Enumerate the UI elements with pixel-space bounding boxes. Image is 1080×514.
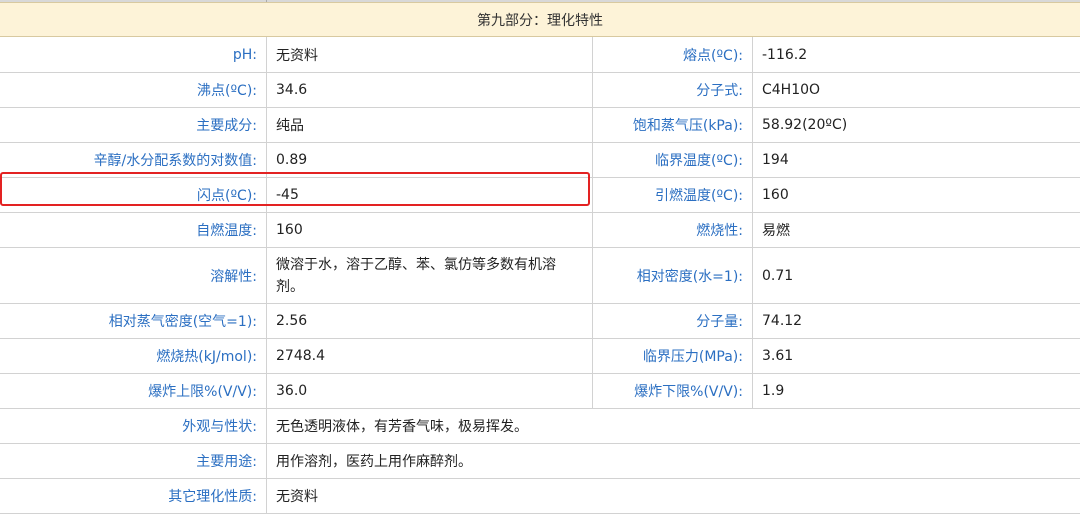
property-value: 160 — [267, 213, 593, 248]
property-label: 沸点(ºC): — [0, 73, 267, 108]
table-row: 燃烧热(kJ/mol): 2748.4 临界压力(MPa): 3.61 — [0, 339, 1080, 374]
property-label: 饱和蒸气压(kPa): — [593, 108, 753, 143]
property-value: 2748.4 — [267, 339, 593, 374]
property-label: 分子量: — [593, 304, 753, 339]
property-label: 临界温度(ºC): — [593, 143, 753, 178]
property-label: 爆炸下限%(V/V): — [593, 374, 753, 409]
property-value: 1.9 — [753, 374, 1080, 409]
flash-point-value: -45 — [267, 178, 593, 213]
flash-point-label: 闪点(ºC): — [0, 178, 267, 213]
property-value: 0.89 — [267, 143, 593, 178]
properties-table: 第九部分：理化特性 pH: 无资料 熔点(ºC): -116.2 沸点(ºC):… — [0, 2, 1080, 514]
table-row-highlighted: 闪点(ºC): -45 引燃温度(ºC): 160 — [0, 178, 1080, 213]
property-value: 0.71 — [753, 248, 1080, 304]
table-row: 溶解性: 微溶于水，溶于乙醇、苯、氯仿等多数有机溶剂。 相对密度(水=1): 0… — [0, 248, 1080, 304]
table-row-wide: 主要用途: 用作溶剂，医药上用作麻醉剂。 — [0, 444, 1080, 479]
property-label: 分子式: — [593, 73, 753, 108]
property-value: 无资料 — [267, 479, 1080, 514]
property-label: 燃烧性: — [593, 213, 753, 248]
property-label: 其它理化性质: — [0, 479, 267, 514]
property-label: 爆炸上限%(V/V): — [0, 374, 267, 409]
table-row: 沸点(ºC): 34.6 分子式: C4H10O — [0, 73, 1080, 108]
property-value: 34.6 — [267, 73, 593, 108]
property-label: 燃烧热(kJ/mol): — [0, 339, 267, 374]
property-value: 160 — [753, 178, 1080, 213]
property-label: 自燃温度: — [0, 213, 267, 248]
property-value: 36.0 — [267, 374, 593, 409]
property-value: 2.56 — [267, 304, 593, 339]
property-label: 辛醇/水分配系数的对数值: — [0, 143, 267, 178]
property-value: 易燃 — [753, 213, 1080, 248]
property-label: 主要用途: — [0, 444, 267, 479]
property-label: 外观与性状: — [0, 409, 267, 444]
property-value: 194 — [753, 143, 1080, 178]
property-label: 相对密度(水=1): — [593, 248, 753, 304]
property-value: 用作溶剂，医药上用作麻醉剂。 — [267, 444, 1080, 479]
table-row: 辛醇/水分配系数的对数值: 0.89 临界温度(ºC): 194 — [0, 143, 1080, 178]
property-label: 临界压力(MPa): — [593, 339, 753, 374]
section-title: 第九部分：理化特性 — [0, 3, 1080, 37]
property-label: 主要成分: — [0, 108, 267, 143]
table-row: 主要成分: 纯品 饱和蒸气压(kPa): 58.92(20ºC) — [0, 108, 1080, 143]
table-row: pH: 无资料 熔点(ºC): -116.2 — [0, 37, 1080, 73]
property-label: 溶解性: — [0, 248, 267, 304]
property-value: C4H10O — [753, 73, 1080, 108]
section-header-row: 第九部分：理化特性 — [0, 3, 1080, 37]
property-value: 58.92(20ºC) — [753, 108, 1080, 143]
table-row: 相对蒸气密度(空气=1): 2.56 分子量: 74.12 — [0, 304, 1080, 339]
property-value: 无色透明液体，有芳香气味，极易挥发。 — [267, 409, 1080, 444]
property-value: 纯品 — [267, 108, 593, 143]
property-value: 3.61 — [753, 339, 1080, 374]
property-value: 无资料 — [267, 37, 593, 73]
property-label: 相对蒸气密度(空气=1): — [0, 304, 267, 339]
table-row-wide: 其它理化性质: 无资料 — [0, 479, 1080, 514]
property-label: 引燃温度(ºC): — [593, 178, 753, 213]
property-label: 熔点(ºC): — [593, 37, 753, 73]
table-row: 自燃温度: 160 燃烧性: 易燃 — [0, 213, 1080, 248]
property-value: 74.12 — [753, 304, 1080, 339]
physical-properties-sheet: 第九部分：理化特性 pH: 无资料 熔点(ºC): -116.2 沸点(ºC):… — [0, 0, 1080, 504]
property-value: 微溶于水，溶于乙醇、苯、氯仿等多数有机溶剂。 — [267, 248, 593, 304]
table-row-wide: 外观与性状: 无色透明液体，有芳香气味，极易挥发。 — [0, 409, 1080, 444]
property-label: pH: — [0, 37, 267, 73]
property-value: -116.2 — [753, 37, 1080, 73]
table-row: 爆炸上限%(V/V): 36.0 爆炸下限%(V/V): 1.9 — [0, 374, 1080, 409]
